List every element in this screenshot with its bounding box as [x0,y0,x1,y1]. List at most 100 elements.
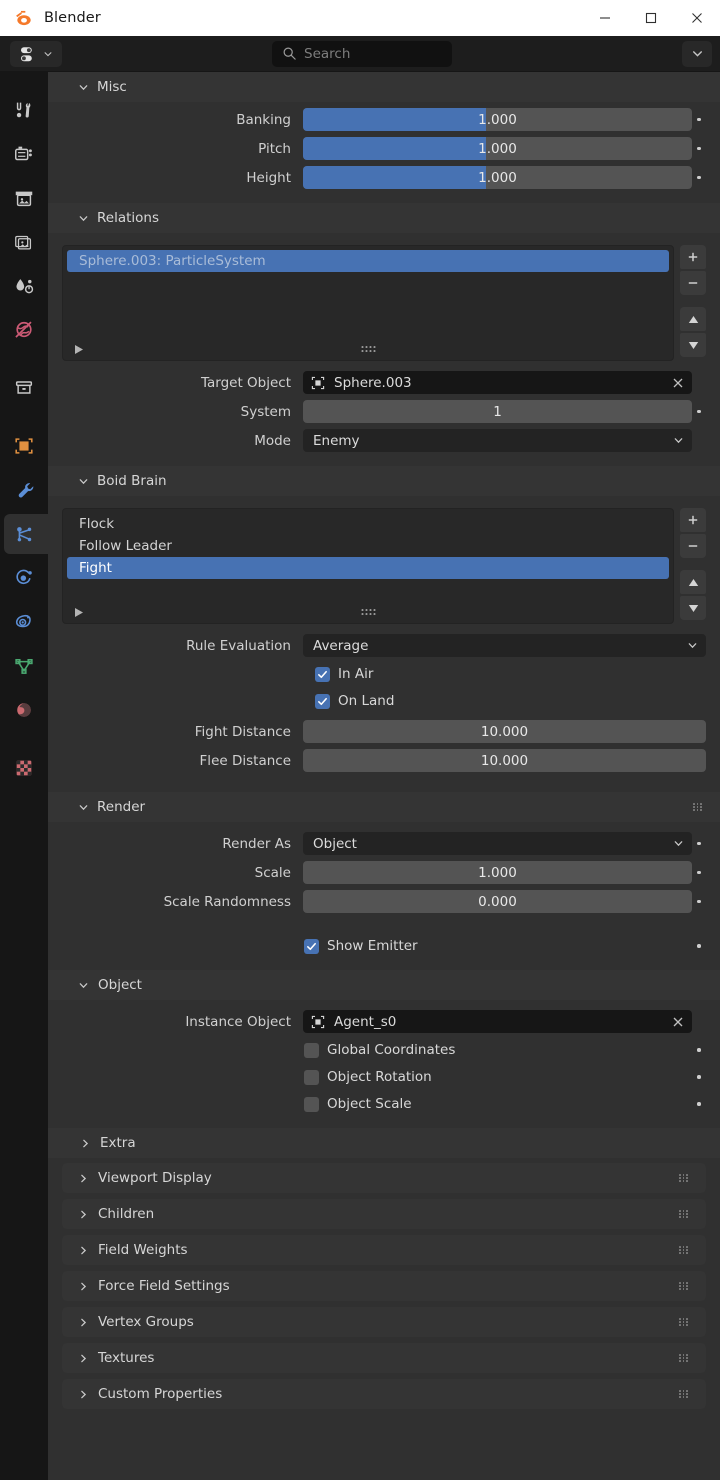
fight-distance-field[interactable]: 10.000 [303,720,706,743]
control-flee-distance[interactable]: 10.000 [303,749,706,772]
panel-header-viewport-display[interactable]: Viewport Display [62,1163,706,1193]
panel-header-textures[interactable]: Textures [62,1343,706,1373]
header-options-button[interactable] [682,40,712,67]
panel-header-relations[interactable]: Relations [48,203,720,233]
checkbox-object-scale[interactable] [304,1096,319,1112]
animate-dot-scale-randomness[interactable] [692,899,706,904]
checkbox-row-global-coordinates[interactable]: Global Coordinates [48,1039,720,1061]
panel-header-vertex-groups[interactable]: Vertex Groups [62,1307,706,1337]
panel-header-render[interactable]: Render [48,792,720,822]
control-mode[interactable]: Enemy [303,429,692,452]
checkbox-row-object-scale[interactable]: Object Scale [48,1093,720,1115]
slider-banking[interactable]: 1.000 [303,108,692,131]
panel-header-children[interactable]: Children [62,1199,706,1229]
tab-object-data[interactable] [0,644,48,688]
remove-relation-button[interactable] [680,271,706,295]
checkbox-on-land[interactable] [315,693,330,709]
tab-constraints[interactable] [0,600,48,644]
add-relation-button[interactable] [680,245,706,269]
grip-dots-icon[interactable] [679,1318,690,1326]
tab-world[interactable] [0,308,48,352]
add-boid-rule-button[interactable] [680,508,706,532]
move-boid-rule-up-button[interactable] [680,570,706,594]
animate-dot-scale[interactable] [692,870,706,875]
tab-collection[interactable] [0,366,48,410]
remove-boid-rule-button[interactable] [680,534,706,558]
tab-view-layer[interactable] [0,220,48,264]
grip-dots-icon[interactable] [361,609,376,615]
panel-header-force-field-settings[interactable]: Force Field Settings [62,1271,706,1301]
control-scale[interactable]: 1.000 [303,861,692,884]
flee-distance-field[interactable]: 10.000 [303,749,706,772]
control-fight-distance[interactable]: 10.000 [303,720,706,743]
minimize-button[interactable] [582,0,628,36]
grip-dots-icon[interactable] [693,803,704,811]
checkbox-row-on-land[interactable]: On Land [48,690,720,712]
animate-dot-banking[interactable] [692,117,706,122]
animate-dot-pitch[interactable] [692,146,706,151]
play-triangle-icon[interactable] [75,344,83,354]
tab-texture[interactable] [0,746,48,790]
grip-dots-icon[interactable] [679,1210,690,1218]
panel-header-field-weights[interactable]: Field Weights [62,1235,706,1265]
target-object-field[interactable]: Sphere.003 [303,371,692,394]
control-target-object[interactable]: Sphere.003 [303,371,692,394]
animate-dot-system[interactable] [692,409,706,414]
animate-dot-show-emitter[interactable] [692,944,706,948]
instance-object-field[interactable]: Agent_s0 [303,1010,692,1033]
tab-render[interactable] [0,132,48,176]
play-triangle-icon[interactable] [75,607,83,617]
control-banking[interactable]: 1.000 [303,108,692,131]
panel-header-misc[interactable]: Misc [48,72,720,102]
control-scale-randomness[interactable]: 0.000 [303,890,692,913]
grip-dots-icon[interactable] [679,1354,690,1362]
panel-header-custom-properties[interactable]: Custom Properties [62,1379,706,1409]
scale-randomness-field[interactable]: 0.000 [303,890,692,913]
animate-dot-height[interactable] [692,175,706,180]
panel-header-boid-brain[interactable]: Boid Brain [48,466,720,496]
control-pitch[interactable]: 1.000 [303,137,692,160]
rule-evaluation-dropdown[interactable]: Average [303,634,706,657]
panel-header-object[interactable]: Object [48,970,720,1000]
animate-dot-render-as[interactable] [692,841,706,846]
tab-physics[interactable] [0,556,48,600]
list-item[interactable]: Sphere.003: ParticleSystem [67,250,669,272]
editor-type-selector[interactable] [10,40,62,67]
tab-material[interactable] [0,688,48,732]
close-button[interactable] [674,0,720,36]
checkbox-global-coordinates[interactable] [304,1042,319,1058]
move-boid-rule-down-button[interactable] [680,596,706,620]
grip-dots-icon[interactable] [679,1390,690,1398]
tab-tool[interactable] [0,88,48,132]
tab-scene[interactable] [0,264,48,308]
move-relation-down-button[interactable] [680,333,706,357]
tab-object[interactable] [0,424,48,468]
list-item[interactable]: Follow Leader [67,535,669,557]
control-system[interactable]: 1 [303,400,692,423]
grip-dots-icon[interactable] [679,1174,690,1182]
search-input[interactable]: Search [272,40,452,67]
scale-field[interactable]: 1.000 [303,861,692,884]
boid-rules-listbox[interactable]: Flock Follow Leader Fight [62,508,674,624]
checkbox-show-emitter[interactable] [304,938,319,954]
system-numfield[interactable]: 1 [303,400,692,423]
animate-dot-object-scale[interactable] [692,1102,706,1106]
checkbox-in-air[interactable] [315,666,330,682]
x-icon[interactable] [672,1016,684,1028]
list-item[interactable]: Fight [67,557,669,579]
tab-output[interactable] [0,176,48,220]
checkbox-row-show-emitter[interactable]: Show Emitter [48,935,720,957]
mode-dropdown[interactable]: Enemy [303,429,692,452]
grip-dots-icon[interactable] [361,346,376,352]
maximize-button[interactable] [628,0,674,36]
tab-particles[interactable] [0,512,48,556]
animate-dot-object-rotation[interactable] [692,1075,706,1079]
control-render-as[interactable]: Object [303,832,692,855]
checkbox-object-rotation[interactable] [304,1069,319,1085]
panel-header-extra[interactable]: Extra [48,1128,720,1158]
move-relation-up-button[interactable] [680,307,706,331]
control-instance-object[interactable]: Agent_s0 [303,1010,692,1033]
grip-dots-icon[interactable] [679,1282,690,1290]
properties-content[interactable]: Misc Banking 1.000 Pitch 1.000 Height 1.… [48,72,720,1480]
relations-listbox[interactable]: Sphere.003: ParticleSystem [62,245,674,361]
